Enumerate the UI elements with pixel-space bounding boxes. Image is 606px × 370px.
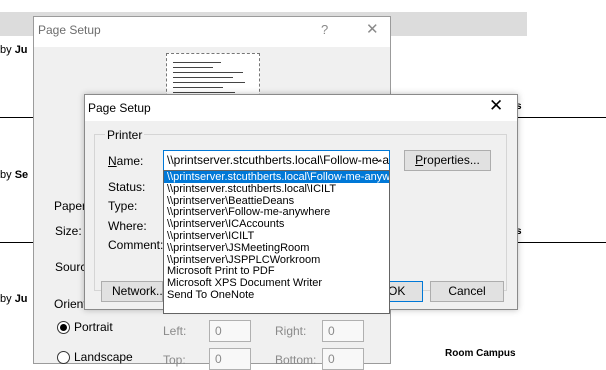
column-label: Room Campus [445, 348, 516, 359]
cancel-button[interactable]: Cancel [430, 281, 504, 302]
margin-bottom-input[interactable]: 0 [322, 348, 364, 370]
entry-prefix: by [0, 44, 12, 56]
orientation-group-label: Orient [54, 297, 87, 311]
printer-option[interactable]: \\printserver\ICILT [164, 230, 389, 242]
network-button[interactable]: Network... [101, 281, 163, 302]
printer-option[interactable]: \\printserver\JSMeetingRoom [164, 242, 389, 254]
close-icon[interactable]: ✕ [366, 20, 379, 38]
row-divider [518, 242, 606, 243]
printer-option[interactable]: Send To OneNote [164, 289, 389, 301]
margin-right-label: Right: [275, 324, 307, 338]
status-label: Status: [108, 180, 146, 194]
source-label: Sourc [55, 260, 87, 274]
printer-option[interactable]: Microsoft Print to PDF [164, 265, 389, 277]
preview-line [173, 77, 233, 78]
printer-option[interactable]: \\printserver\BeattieDeans [164, 195, 389, 207]
printer-option[interactable]: \\printserver.stcuthberts.local\ICILT [164, 183, 389, 195]
margin-right-input[interactable]: 0 [322, 320, 364, 342]
printer-group-label: Printer [105, 128, 145, 142]
where-label: Where: [108, 219, 147, 233]
close-icon[interactable]: ✕ [489, 96, 503, 116]
landscape-radio[interactable] [57, 351, 70, 364]
row-divider [0, 117, 33, 118]
preview-line [173, 67, 213, 68]
margin-top-label: Top: [163, 353, 186, 367]
name-label: Name: [108, 154, 144, 168]
margin-left-label: Left: [163, 324, 187, 338]
preview-line [173, 87, 223, 88]
row-divider [518, 117, 606, 118]
entry-name: Ju [14, 44, 28, 56]
portrait-radio[interactable] [57, 321, 70, 334]
document-entry-2: by Se [0, 169, 28, 181]
preview-line [173, 72, 243, 73]
outer-titlebar: Page Setup ? ✕ [34, 17, 390, 47]
margin-bottom-label: Bottom: [275, 353, 317, 367]
preview-line [173, 82, 245, 83]
preview-line [173, 62, 221, 63]
margin-top-input[interactable]: 0 [209, 348, 251, 370]
paper-group-label: Paper [54, 199, 87, 213]
entry-name: Se [14, 169, 29, 181]
printer-option[interactable]: \\printserver\ICAccounts [164, 218, 389, 230]
dialog-title: Page Setup [88, 101, 151, 115]
outer-dialog-title: Page Setup [38, 23, 101, 37]
entry-prefix: by [0, 169, 12, 181]
row-divider [0, 242, 33, 243]
printer-option[interactable]: Microsoft XPS Document Writer [164, 277, 389, 289]
chevron-down-icon[interactable]: ⌄ [374, 152, 383, 165]
portrait-label[interactable]: Portrait [74, 320, 113, 334]
landscape-label[interactable]: Landscape [74, 350, 133, 364]
dialog-titlebar: Page Setup ✕ [85, 95, 517, 121]
printer-option[interactable]: \\printserver.stcuthberts.local\Follow-m… [164, 171, 389, 183]
help-icon[interactable]: ? [321, 22, 328, 37]
entry-name: Ju [14, 293, 28, 305]
margin-left-input[interactable]: 0 [209, 320, 251, 342]
type-label: Type: [108, 199, 138, 213]
document-entry-3: by Ju [0, 293, 28, 305]
printer-dropdown-list[interactable]: \\printserver.stcuthberts.local\Follow-m… [163, 170, 390, 314]
document-entry-1: by Ju [0, 44, 28, 56]
comment-label: Comment: [108, 238, 164, 252]
entry-prefix: by [0, 293, 12, 305]
printer-option[interactable]: \\printserver\JSPPLCWorkroom [164, 254, 389, 266]
preview-line [173, 92, 235, 93]
printer-option[interactable]: \\printserver\Follow-me-anywhere [164, 206, 389, 218]
properties-button[interactable]: Properties... [404, 150, 491, 171]
printer-name-select[interactable]: \\printserver.stcuthberts.local\Follow-m… [163, 150, 390, 171]
size-label: Size: [55, 224, 82, 238]
